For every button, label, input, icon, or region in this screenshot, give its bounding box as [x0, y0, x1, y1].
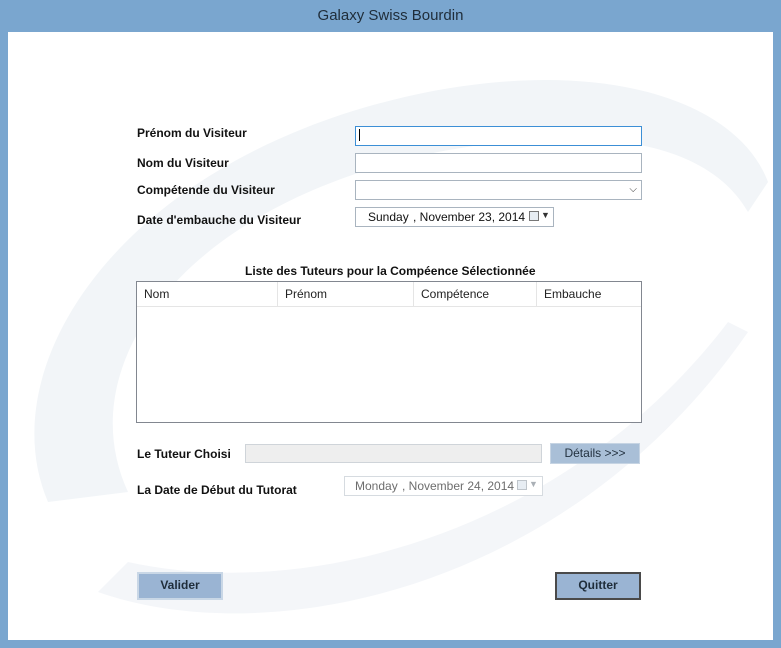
details-button[interactable]: Détails >>> — [550, 443, 640, 464]
quitter-button[interactable]: Quitter — [555, 572, 641, 600]
list-header: Nom Prénom Compétence Embauche — [137, 282, 641, 307]
embauche-day: Sunday — [368, 210, 409, 224]
calendar-dropdown-icon[interactable]: ▼ — [541, 210, 550, 220]
window-title: Galaxy Swiss Bourdin — [317, 7, 464, 24]
embauche-date: , November 23, 2014 — [413, 210, 526, 224]
tutorat-day: Monday — [355, 479, 398, 493]
app-window: Galaxy Swiss Bourdin Prénom du Visiteur … — [0, 0, 781, 648]
calendar-icon[interactable] — [517, 480, 527, 490]
col-prenom[interactable]: Prénom — [278, 282, 414, 306]
list-title: Liste des Tuteurs pour la Compéence Séle… — [245, 264, 536, 278]
embauche-date-picker[interactable]: Sunday , November 23, 2014 ▼ — [355, 207, 554, 227]
chevron-down-icon: ⌵ — [629, 184, 637, 195]
calendar-dropdown-icon[interactable]: ▼ — [529, 479, 538, 489]
competence-select[interactable]: ⌵ — [355, 180, 642, 200]
text-caret — [359, 129, 360, 141]
prenom-input[interactable] — [355, 126, 642, 146]
col-nom[interactable]: Nom — [137, 282, 278, 306]
competence-label: Compétende du Visiteur — [137, 183, 275, 197]
nom-input[interactable] — [355, 153, 642, 173]
nom-label: Nom du Visiteur — [137, 156, 229, 170]
tutorat-date-picker[interactable]: Monday , November 24, 2014 ▼ — [344, 476, 543, 496]
valider-button[interactable]: Valider — [137, 572, 223, 600]
tutorat-label: La Date de Début du Tutorat — [137, 483, 297, 497]
col-embauche[interactable]: Embauche — [537, 282, 641, 306]
prenom-label: Prénom du Visiteur — [137, 126, 247, 140]
calendar-icon[interactable] — [529, 211, 539, 221]
tuteur-readonly-field — [245, 444, 542, 463]
col-competence[interactable]: Compétence — [414, 282, 537, 306]
tuteurs-list[interactable]: Nom Prénom Compétence Embauche — [136, 281, 642, 423]
embauche-label: Date d'embauche du Visiteur — [137, 213, 302, 227]
form-client-area: Prénom du Visiteur Nom du Visiteur Compé… — [8, 32, 773, 640]
tuteur-label: Le Tuteur Choisi — [137, 447, 231, 461]
tutorat-date: , November 24, 2014 — [402, 479, 515, 493]
